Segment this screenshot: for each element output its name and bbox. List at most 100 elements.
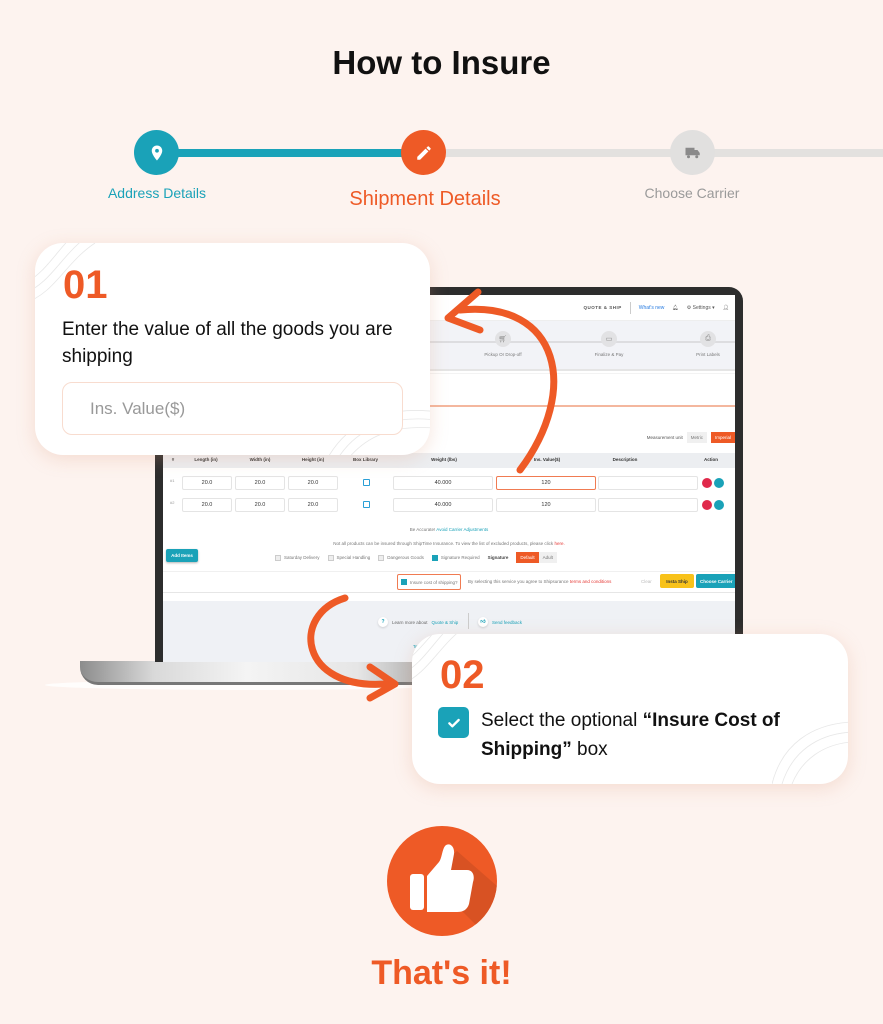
special-handling-checkbox[interactable]: Special Handling bbox=[327, 554, 370, 561]
signature-adult-option[interactable]: Adult bbox=[538, 552, 557, 563]
thumbs-up-icon: 👍︎ bbox=[478, 617, 488, 627]
cart-icon: 🛒︎ bbox=[495, 331, 511, 347]
insurance-note-text: Not all products can be insured through … bbox=[333, 541, 554, 546]
weight-input[interactable]: 40.000 bbox=[393, 476, 493, 490]
whats-new-link[interactable]: What's new bbox=[639, 305, 665, 311]
terms-agreement: By selecting this service you agree to S… bbox=[468, 579, 611, 584]
length-input[interactable]: 20.0 bbox=[182, 476, 232, 490]
app-step-print[interactable]: ⎙ Print Labels bbox=[668, 331, 735, 357]
col-weight: Weight (lbs) bbox=[431, 457, 457, 462]
step-number: 01 bbox=[63, 263, 108, 307]
learn-more: ? Learn more about Quote & Ship bbox=[378, 617, 458, 627]
row-number: #2 bbox=[170, 500, 175, 505]
step-address-details[interactable] bbox=[134, 130, 179, 175]
table-row: #2 20.0 20.0 20.0 40.000 120 bbox=[163, 496, 735, 514]
page-title: How to Insure bbox=[332, 44, 551, 81]
insurance-row: Insure cost of shipping? By selecting th… bbox=[163, 571, 735, 593]
length-input[interactable]: 20.0 bbox=[182, 498, 232, 512]
copy-row-icon[interactable] bbox=[714, 500, 724, 510]
delete-row-icon[interactable] bbox=[702, 500, 712, 510]
weight-input[interactable]: 40.000 bbox=[393, 498, 493, 512]
ins-value-input[interactable]: 120 bbox=[496, 476, 596, 490]
app-step-finalize[interactable]: ▭ Finalize & Pay bbox=[569, 331, 649, 357]
col-description: Description bbox=[612, 457, 638, 462]
step-shipment-details[interactable] bbox=[401, 130, 446, 175]
step-card-02: 02 Select the optional “Insure Cost of S… bbox=[412, 634, 848, 784]
app-step-label: Finalize & Pay bbox=[594, 352, 624, 357]
help-icon: ? bbox=[378, 617, 388, 627]
measurement-unit-toggle: Measurement unit Metric Imperial bbox=[647, 432, 735, 443]
step-card-01: 01 Enter the value of all the goods you … bbox=[35, 243, 430, 455]
accuracy-note: Be Accurate! Avoid Carrier Adjustments bbox=[163, 527, 735, 532]
col-action: Action bbox=[704, 457, 718, 462]
stepper-track-pending bbox=[440, 149, 883, 157]
app-step-label: Print Labels bbox=[696, 352, 720, 357]
step-description: Select the optional “Insure Cost of Ship… bbox=[481, 706, 831, 764]
insurance-note: Not all products can be insured through … bbox=[163, 541, 735, 546]
agreement-text: By selecting this service you agree to S… bbox=[468, 579, 569, 584]
thumbs-up-icon bbox=[387, 826, 497, 936]
insta-ship-button[interactable]: Insta Ship bbox=[660, 574, 694, 588]
width-input[interactable]: 20.0 bbox=[235, 498, 285, 512]
checkbox-checked-icon bbox=[438, 707, 469, 738]
copy-row-icon[interactable] bbox=[714, 478, 724, 488]
bell-icon[interactable]: 🔔︎ bbox=[672, 305, 678, 311]
map-pin-icon bbox=[151, 145, 162, 160]
ins-value-input[interactable]: 120 bbox=[496, 498, 596, 512]
app-step-pickup[interactable]: 🛒︎ Pickup Or Drop-off bbox=[463, 331, 543, 357]
insure-cost-checkbox[interactable]: Insure cost of shipping? bbox=[397, 574, 461, 590]
add-items-button[interactable]: Add Items bbox=[166, 549, 198, 562]
settings-label: Settings bbox=[692, 304, 711, 311]
height-input[interactable]: 20.0 bbox=[288, 476, 338, 490]
app-step-label: Pickup Or Drop-off bbox=[484, 352, 522, 357]
step-label-shipment: Shipment Details bbox=[349, 188, 501, 210]
height-input[interactable]: 20.0 bbox=[288, 498, 338, 512]
send-feedback[interactable]: 👍︎ Send feedback bbox=[478, 617, 522, 627]
description-input[interactable] bbox=[598, 498, 698, 512]
signature-required-checkbox[interactable]: Signature Required bbox=[431, 554, 480, 561]
footer-divider bbox=[468, 613, 469, 629]
desc-suffix: box bbox=[571, 739, 608, 760]
stepper-track-completed bbox=[175, 149, 415, 157]
measurement-label: Measurement unit bbox=[646, 435, 683, 440]
dangerous-goods-checkbox[interactable]: Dangerous Goods bbox=[378, 554, 424, 561]
insure-cost-label: Insure cost of shipping? bbox=[410, 579, 458, 585]
box-library-icon[interactable] bbox=[363, 479, 370, 486]
col-box-library: Box Library bbox=[352, 457, 378, 462]
box-library-icon[interactable] bbox=[363, 501, 370, 508]
choose-carrier-button[interactable]: Choose Carrier bbox=[696, 574, 735, 588]
step-label-address: Address Details bbox=[107, 185, 207, 201]
description-input[interactable] bbox=[598, 476, 698, 490]
col-width: Width (in) bbox=[249, 457, 271, 462]
quote-ship-link[interactable]: Quote & Ship bbox=[432, 620, 459, 625]
desc-prefix: Select the optional bbox=[481, 710, 643, 731]
topbar-divider bbox=[629, 301, 631, 314]
terms-link[interactable]: terms and conditions bbox=[570, 579, 612, 584]
table-row: #1 20.0 20.0 20.0 40.000 120 bbox=[163, 474, 735, 492]
table-header: # Length (in) Width (in) Height (in) Box… bbox=[163, 453, 735, 468]
card-icon: ▭ bbox=[601, 331, 617, 347]
accuracy-prefix: Be Accurate! bbox=[409, 527, 436, 532]
col-num: # bbox=[171, 457, 175, 462]
saturday-delivery-checkbox[interactable]: Saturday Delivery bbox=[275, 554, 320, 561]
step-choose-carrier[interactable] bbox=[670, 130, 715, 175]
user-icon[interactable]: 👤︎ bbox=[723, 305, 729, 311]
send-feedback-link[interactable]: Send feedback bbox=[492, 620, 522, 625]
signature-label: Signature bbox=[487, 555, 509, 560]
avoid-adjustments-link[interactable]: Avoid Carrier Adjustments bbox=[436, 527, 488, 532]
settings-menu[interactable]: ⚙ Settings ▾ bbox=[687, 305, 715, 311]
imperial-option[interactable]: Imperial bbox=[710, 432, 735, 443]
printer-icon: ⎙ bbox=[700, 331, 716, 347]
step-description: Enter the value of all the goods you are… bbox=[62, 319, 393, 367]
excluded-products-link[interactable]: here. bbox=[554, 541, 564, 546]
shipping-options: Saturday Delivery Special Handling Dange… bbox=[275, 552, 557, 563]
clear-button[interactable]: Clear bbox=[641, 579, 652, 584]
learn-more-text: Learn more about bbox=[392, 619, 428, 625]
app-brand: QUOTE & SHIP bbox=[583, 305, 622, 310]
signature-default-option[interactable]: Default bbox=[516, 552, 539, 563]
truck-icon bbox=[685, 147, 700, 158]
metric-option[interactable]: Metric bbox=[686, 432, 707, 443]
width-input[interactable]: 20.0 bbox=[235, 476, 285, 490]
delete-row-icon[interactable] bbox=[702, 478, 712, 488]
row-number: #1 bbox=[170, 478, 175, 483]
